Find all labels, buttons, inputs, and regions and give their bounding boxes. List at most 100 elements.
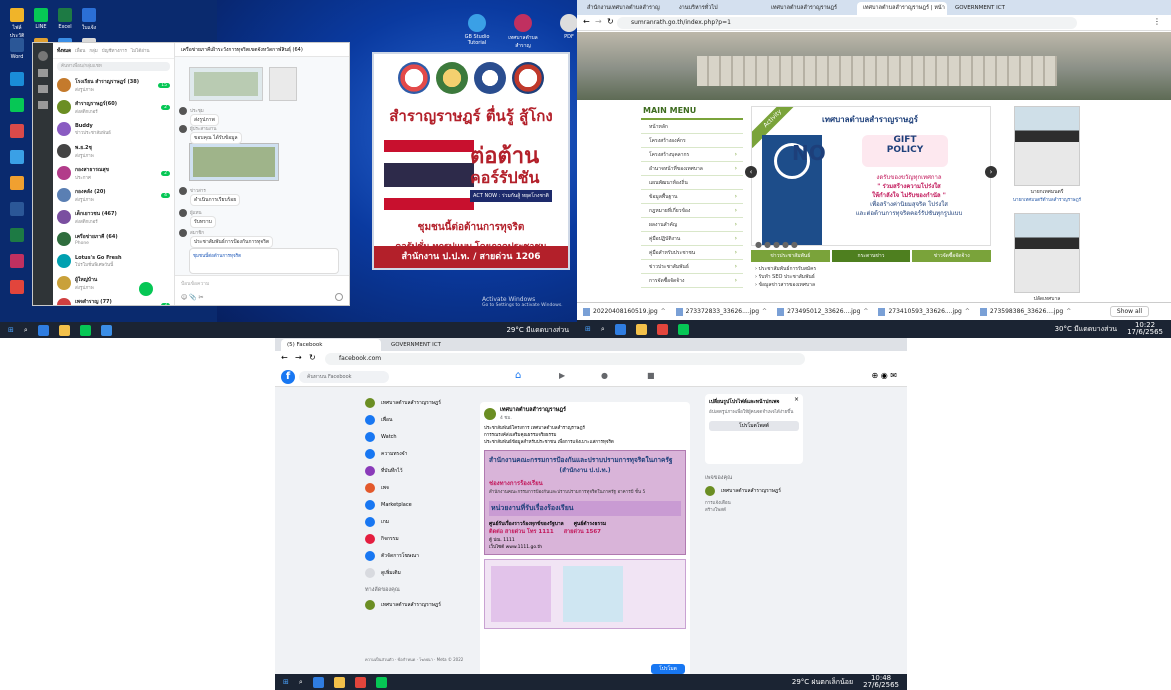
groups-icon[interactable]: ● — [601, 371, 608, 380]
chat-image-3[interactable] — [189, 143, 279, 181]
chevron-up-icon[interactable]: ^ — [762, 308, 767, 315]
fb-sidebar-item[interactable]: Watch — [365, 428, 465, 445]
carousel-next-icon[interactable]: › — [985, 166, 997, 178]
close-icon[interactable]: × — [794, 396, 799, 403]
line-chat-item[interactable]: พ.ย.2ชุ ส่งรูปภาพ — [53, 140, 174, 162]
watch-icon[interactable]: ▶ — [559, 371, 565, 380]
back-icon-3[interactable]: ← — [281, 353, 288, 362]
desktop-icon[interactable]: Excel — [54, 8, 76, 30]
line-app-icon[interactable] — [79, 324, 91, 336]
menu-icon[interactable]: ⋮ — [1153, 17, 1161, 26]
desktop-shortcut-icon[interactable] — [6, 176, 28, 192]
desktop-icon[interactable]: Word — [6, 38, 28, 60]
desktop-icon[interactable]: GB Studio Tutorial — [460, 14, 494, 46]
send-icon[interactable] — [335, 293, 343, 301]
line-icon-2[interactable] — [677, 323, 689, 335]
news-item[interactable]: › ประชาสัมพันธ์การรับสมัคร — [755, 265, 987, 273]
home-icon[interactable]: ⌂ — [515, 370, 521, 381]
desktop-shortcut-icon[interactable] — [6, 124, 28, 140]
browser-tab[interactable]: (5) Facebook — [281, 339, 381, 351]
line-chat-item[interactable]: เพจสำราญ (77)ส่งรูปภาพ 3 — [53, 294, 174, 305]
chat-link-preview[interactable]: ชุมชนนี้ต่อต้านการทุจริต — [189, 248, 339, 274]
promote-button[interactable]: โปรโมต — [651, 664, 685, 674]
timeline-icon[interactable] — [38, 101, 48, 109]
show-all-button[interactable]: Show all — [1109, 306, 1149, 317]
line-chat-item[interactable]: สำราญราษฎร์(60) ส่งสติกเกอร์ 2 — [53, 96, 174, 118]
menu-item[interactable]: คู่มือสำหรับประชาชน › — [641, 246, 743, 260]
chevron-up-icon[interactable]: ^ — [1066, 308, 1071, 315]
line-tab[interactable]: กลุ่ม — [89, 47, 97, 54]
search-icon[interactable]: ⌕ — [24, 326, 28, 335]
desktop-icon[interactable]: LINE — [30, 8, 52, 30]
shortcut-item[interactable]: เทศบาลตำบลสำราญราษฎร์ — [365, 596, 475, 613]
download-item[interactable]: 20220408160519.jpg ^ — [583, 307, 666, 316]
fb-sidebar-item[interactable]: เพื่อน — [365, 411, 465, 428]
menu-item[interactable]: อำนาจหน้าที่ของเทศบาล › — [641, 162, 743, 176]
menu-item[interactable]: การจัดซื้อจัดจ้าง › — [641, 274, 743, 288]
edge-icon-3[interactable] — [312, 676, 324, 688]
line-chat-item[interactable]: Buddy ข่าวประชาสัมพันธ์ — [53, 118, 174, 140]
friends-icon[interactable] — [38, 85, 48, 93]
line-new-chat-icon[interactable] — [139, 282, 153, 296]
explorer-icon-2[interactable] — [635, 323, 647, 335]
composer-input[interactable]: ป้อนข้อความ — [175, 276, 349, 292]
line-chat-item[interactable]: กองสาธารณสุข ประกาศ 2 — [53, 162, 174, 184]
line-tab[interactable]: ไม่ได้อ่าน — [131, 47, 150, 54]
line-chat-item[interactable]: เด็กเยาวชน (467) ส่งสติกเกอร์ — [53, 206, 174, 228]
line-chat-item[interactable]: เครือข่ายภาคี (64) Phone — [53, 228, 174, 250]
chevron-up-icon[interactable]: ^ — [965, 308, 970, 315]
start-icon[interactable]: ⊞ — [8, 326, 14, 334]
desktop-icon[interactable]: เทศบาลตำบล สำราญ — [506, 14, 540, 50]
menu-item[interactable]: โครงสร้างองค์กร — [641, 134, 743, 148]
menu-item[interactable]: โครงสร้างบุคลากร › — [641, 148, 743, 162]
download-item[interactable]: 273495012_33626....jpg ^ — [777, 307, 868, 316]
menu-item[interactable]: หน้าหลัก — [641, 120, 743, 134]
explorer-icon-3[interactable] — [333, 676, 345, 688]
desktop-shortcut-icon[interactable] — [6, 254, 28, 270]
url-bar[interactable]: sumranrath.go.th/index.php?p=1 — [617, 17, 1077, 29]
fb-profile-icon[interactable]: ⊕ ◉ ✉ — [872, 371, 897, 380]
fb-sidebar-item[interactable]: ตัวจัดการโฆษณา — [365, 547, 465, 564]
browser-tab[interactable]: เทศบาลตำบลสำราญราษฎร์ — [765, 2, 855, 15]
news-tab[interactable]: ข่าวประชาสัมพันธ์ — [751, 250, 830, 262]
word-icon[interactable] — [100, 324, 112, 336]
facebook-logo-icon[interactable]: f — [281, 370, 295, 384]
desktop-shortcut-icon[interactable] — [6, 72, 28, 88]
browser-tab[interactable]: GOVERNMENT ICT — [385, 339, 485, 351]
news-item[interactable]: › รับทำ SEO ประชาสัมพันธ์ — [755, 273, 987, 281]
browser-tab[interactable]: งานบริหารทั่วไป — [673, 2, 763, 15]
your-page-item[interactable]: เทศบาลตำบลสำราญราษฎร์ — [705, 482, 803, 499]
carousel-prev-icon[interactable]: ‹ — [745, 166, 757, 178]
fb-sidebar-item[interactable]: Marketplace — [365, 496, 465, 513]
line-icon-3[interactable] — [375, 676, 387, 688]
reload-icon[interactable]: ↻ — [607, 17, 614, 26]
desktop-icon[interactable]: ใบแจ้ง — [78, 8, 100, 32]
fb-sidebar-item[interactable]: เกม — [365, 513, 465, 530]
line-tab[interactable]: เพื่อน — [75, 47, 85, 54]
chat-image-1[interactable] — [189, 67, 263, 101]
line-tab[interactable]: บัญชีทางการ — [102, 47, 127, 54]
download-item[interactable]: 273410593_33626....jpg ^ — [878, 307, 970, 316]
start-icon-2[interactable]: ⊞ — [585, 325, 591, 333]
chat-icon[interactable] — [38, 69, 48, 77]
news-item[interactable]: › ข้อมูลข่าวสารของเทศบาล — [755, 281, 987, 289]
post-page-name[interactable]: เทศบาลตำบลสำราญราษฎร์ — [500, 406, 566, 414]
line-tab[interactable]: ทั้งหมด — [57, 47, 71, 54]
reload-icon-3[interactable]: ↻ — [309, 353, 316, 362]
browser-tab[interactable]: สำนักงานเทศบาลตำบลสำราญ — [581, 2, 671, 15]
menu-item[interactable]: กฎหมายที่เกี่ยวข้อง › — [641, 204, 743, 218]
chevron-up-icon[interactable]: ^ — [661, 308, 666, 315]
line-search-input[interactable]: ค้นหาเพื่อน/กลุ่มแชท — [57, 62, 170, 71]
search-icon-3[interactable]: ⌕ — [299, 678, 303, 687]
post-image-collage[interactable] — [484, 559, 686, 629]
desktop-shortcut-icon[interactable] — [6, 98, 28, 114]
forward-icon[interactable]: → — [595, 17, 602, 26]
chrome-icon-2[interactable] — [656, 323, 668, 335]
desktop-shortcut-icon[interactable] — [6, 228, 28, 244]
news-tab[interactable]: กระดานข่าว — [831, 250, 911, 262]
line-chat-item[interactable]: ผู้ใหญ่บ้าน ส่งรูปภาพ — [53, 272, 174, 294]
chrome-icon-3[interactable] — [354, 676, 366, 688]
line-chat-item[interactable]: กองคลัง (20) ส่งรูปภาพ 4 — [53, 184, 174, 206]
start-icon-3[interactable]: ⊞ — [283, 678, 289, 686]
chat-image-2[interactable] — [269, 67, 297, 101]
